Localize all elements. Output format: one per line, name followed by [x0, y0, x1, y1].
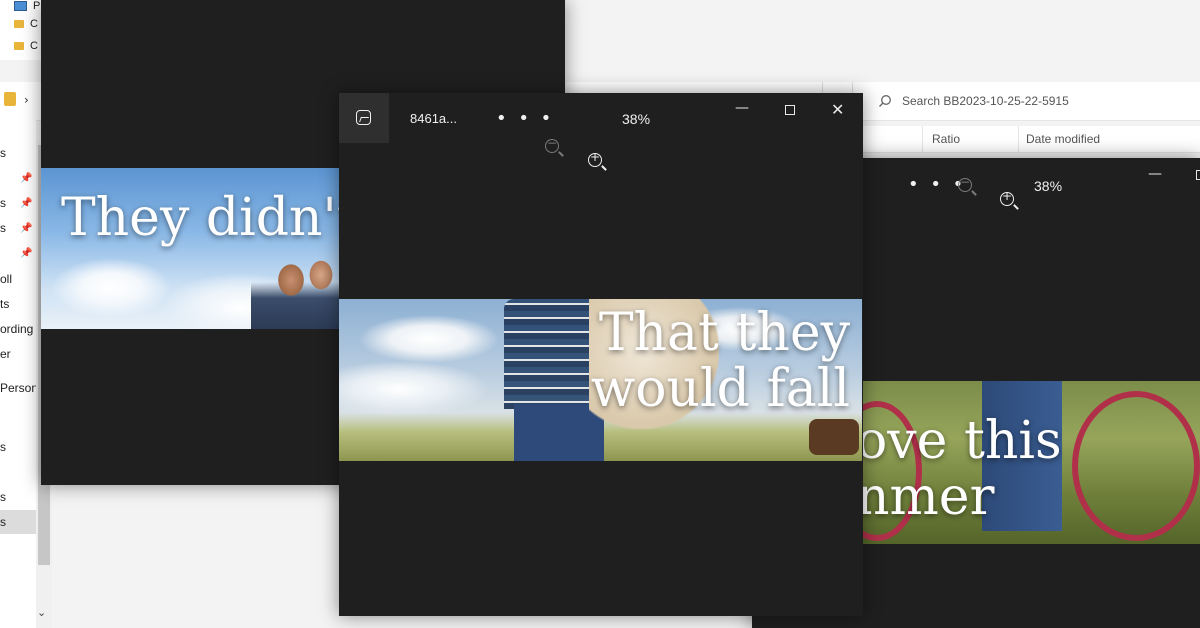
caption-line-1: ove this — [862, 411, 1062, 471]
chevron-right-icon[interactable]: › — [24, 93, 29, 107]
photo-bike-wheel — [1072, 391, 1200, 541]
photo-caption: ove this nmer — [862, 413, 1062, 525]
zoom-in-icon[interactable] — [588, 150, 602, 167]
zoom-in-icon[interactable] — [1000, 189, 1014, 206]
pin-icon: 📌 — [20, 173, 33, 184]
nav-item[interactable]: s — [0, 221, 6, 235]
caption-line-2: would fall — [590, 359, 850, 419]
zoom-out-icon[interactable] — [545, 136, 559, 153]
minimize-icon[interactable]: — — [735, 100, 749, 116]
search-input[interactable]: Search BB2023-10-25-22-5915 — [864, 88, 1200, 114]
nav-item[interactable]: ording — [0, 322, 33, 336]
file-name[interactable]: 8461a... — [410, 111, 457, 126]
nav-item[interactable]: Person — [0, 381, 38, 395]
more-options-button[interactable]: • • • — [496, 110, 554, 128]
pin-icon: 📌 — [20, 198, 33, 209]
chevron-down-icon[interactable]: ⌄ — [37, 606, 46, 619]
photo-boot — [809, 419, 859, 455]
photo-image-front: That they would fall — [339, 299, 862, 461]
photo-caption: That they would fall — [591, 305, 850, 417]
photo-image-back: They didn't k — [41, 168, 339, 329]
zoom-level: 38% — [622, 111, 651, 127]
nav-item[interactable]: s — [0, 196, 6, 210]
zoom-out-icon[interactable] — [958, 175, 972, 192]
image-icon — [356, 110, 371, 125]
nav-item[interactable]: s — [0, 490, 6, 504]
column-separator[interactable] — [922, 126, 923, 152]
column-header-row: Ratio Date modified — [860, 126, 1200, 153]
photo-couple — [251, 250, 339, 329]
caption-line-1: That they — [598, 303, 850, 363]
search-icon — [879, 95, 891, 107]
photo-caption: They didn't k — [61, 188, 339, 248]
caption-line-2: nmer — [862, 467, 995, 527]
maximize-icon[interactable] — [1196, 170, 1200, 180]
nav-item[interactable]: oll — [0, 272, 12, 286]
nav-item[interactable]: s — [0, 440, 6, 454]
folder-icon — [14, 42, 24, 50]
tree-item-folder-1[interactable]: C — [14, 14, 44, 34]
close-icon[interactable]: ✕ — [831, 100, 844, 119]
pin-icon: 📌 — [20, 223, 33, 234]
nav-item-selected[interactable]: s — [0, 510, 36, 534]
column-separator[interactable] — [1018, 126, 1019, 152]
photo-image-right: ove this nmer — [862, 381, 1200, 544]
nav-item[interactable]: ts — [0, 297, 9, 311]
zoom-level: 38% — [1034, 178, 1063, 194]
search-placeholder: Search BB2023-10-25-22-5915 — [902, 94, 1069, 108]
maximize-icon[interactable] — [785, 105, 795, 115]
tree-item-folder-2[interactable]: C — [14, 36, 44, 56]
column-header-ratio[interactable]: Ratio — [932, 132, 960, 146]
column-header-date-modified[interactable]: Date modified — [1026, 132, 1100, 146]
nav-item[interactable]: s — [0, 146, 6, 160]
navigation-pane: s 📌 s 📌 s 📌 📌 oll ts ording er Person s … — [0, 120, 38, 628]
folder-icon — [14, 20, 24, 28]
pin-icon: 📌 — [20, 248, 33, 259]
nav-item[interactable]: er — [0, 347, 11, 361]
minimize-icon[interactable]: — — [1148, 166, 1162, 182]
pc-icon — [14, 1, 27, 11]
folder-icon — [4, 92, 16, 106]
